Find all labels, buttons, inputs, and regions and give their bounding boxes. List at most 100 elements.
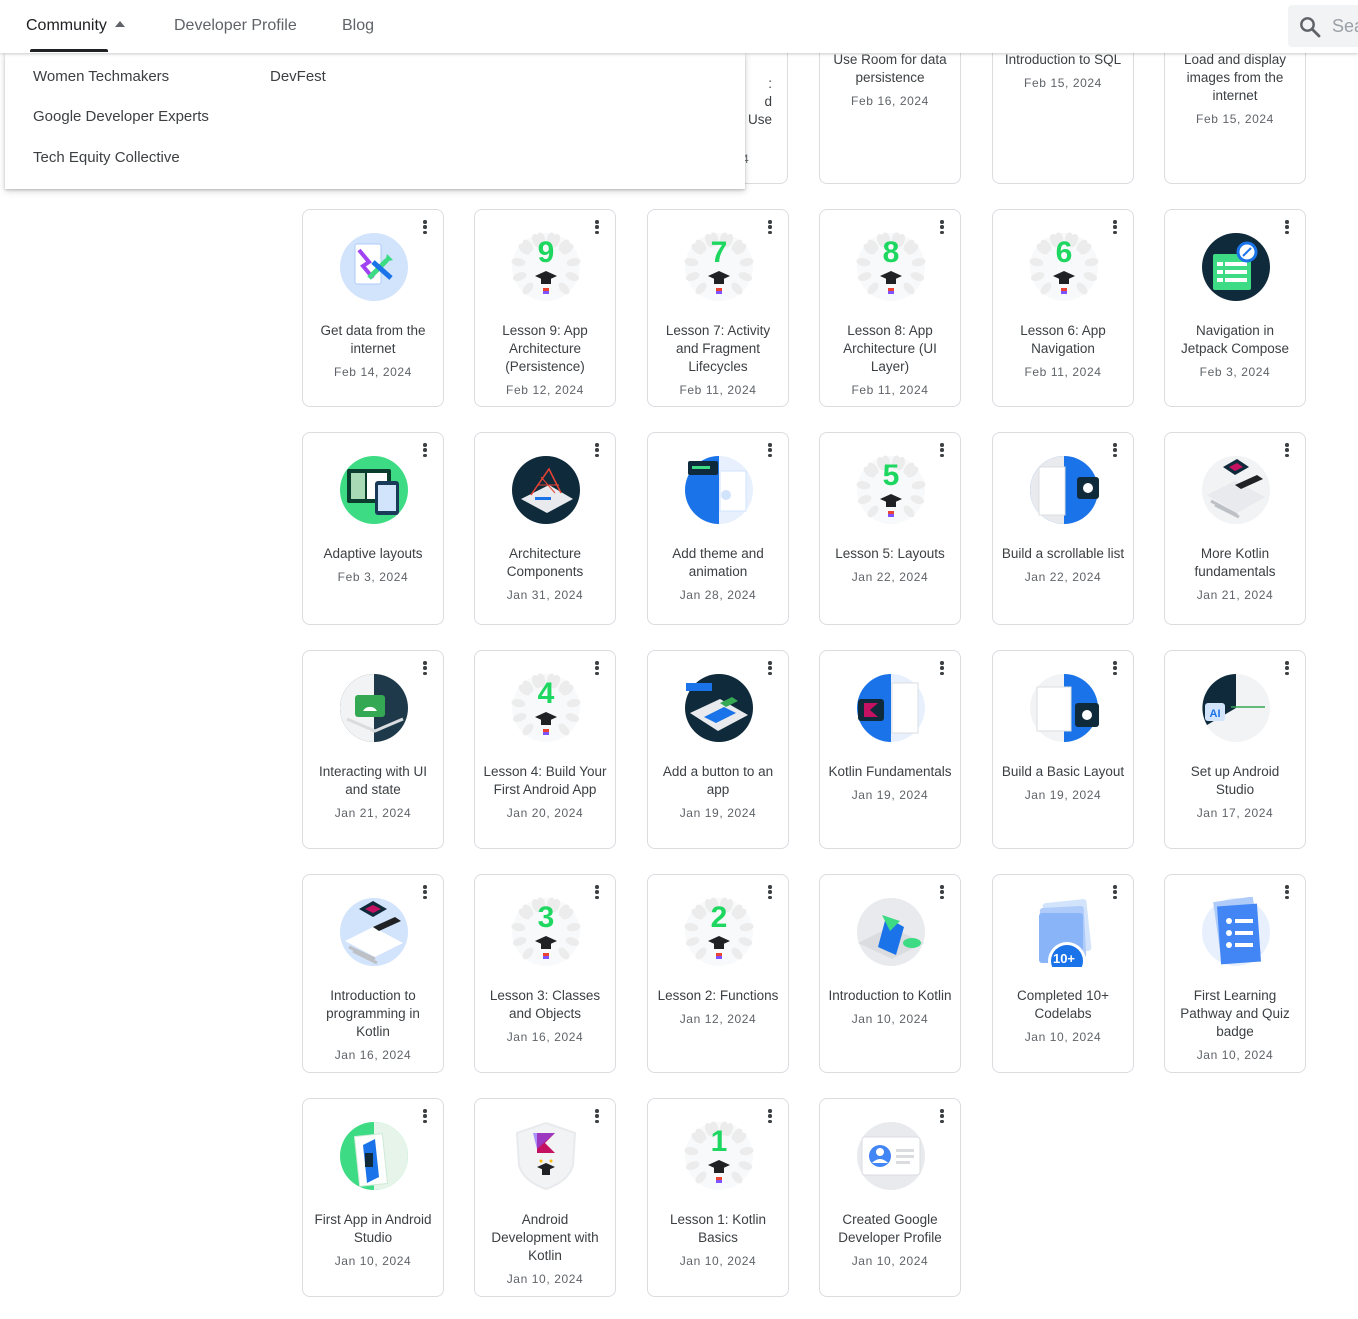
badge-card[interactable]: First App in Android Studio Jan 10, 2024 <box>302 1098 444 1297</box>
more-options-icon[interactable] <box>1111 442 1119 458</box>
badge-card[interactable]: Introduction to programming in Kotlin Ja… <box>302 874 444 1073</box>
badge-card[interactable]: 9 Lesson 9: App Architecture (Persistenc… <box>474 209 616 407</box>
more-options-icon[interactable] <box>766 219 774 235</box>
menu-item-women-techmakers[interactable]: Women Techmakers <box>33 68 169 85</box>
badge-card[interactable]: Interacting with UI and state Jan 21, 20… <box>302 650 444 849</box>
badge-card[interactable]: 3 Lesson 3: Classes and Objects Jan 16, … <box>474 874 616 1073</box>
more-options-icon[interactable] <box>421 442 429 458</box>
community-dropdown-menu: Women Techmakers DevFest Google Develope… <box>5 53 745 189</box>
tab-community[interactable]: Community <box>26 0 125 52</box>
badge-card[interactable]: 7 Lesson 7: Activity and Fragment Lifecy… <box>647 209 789 407</box>
badge-card[interactable]: AI Set up Android Studio Jan 17, 2024 <box>1164 650 1306 849</box>
badge-title: Lesson 4: Build Your First Android App <box>483 764 607 797</box>
scroll-list-icon <box>1029 455 1099 525</box>
more-options-icon[interactable] <box>421 660 429 676</box>
badge-card[interactable]: Android Development with Kotlin Jan 10, … <box>474 1098 616 1297</box>
badge-card[interactable]: More Kotlin fundamentals Jan 21, 2024 <box>1164 432 1306 625</box>
architecture-icon <box>511 455 581 525</box>
badge-title: Get data from the internet <box>320 323 426 356</box>
badge-card[interactable]: Introduction to Kotlin Jan 10, 2024 <box>819 874 961 1073</box>
badge-title: First Learning Pathway and Quiz badge <box>1180 988 1290 1039</box>
badge-card[interactable]: 5 Lesson 5: Layouts Jan 22, 2024 <box>819 432 961 625</box>
more-options-icon[interactable] <box>766 884 774 900</box>
badge-title: Build a scrollable list <box>1001 546 1125 561</box>
badge-card[interactable]: Introduction to SQL Feb 15, 2024 <box>992 30 1134 184</box>
badge-card[interactable]: First Learning Pathway and Quiz badge Ja… <box>1164 874 1306 1073</box>
badge-card[interactable]: Use Room for data persistence Feb 16, 20… <box>819 30 961 184</box>
ui-state-icon <box>339 673 409 743</box>
badge-card[interactable]: 4 Lesson 4: Build Your First Android App… <box>474 650 616 849</box>
badge-info: Lesson 2: Functions Jan 12, 2024 <box>656 987 780 1026</box>
more-options-icon[interactable] <box>938 884 946 900</box>
more-options-icon[interactable] <box>1283 442 1291 458</box>
badge-date: Jan 10, 2024 <box>851 1012 929 1026</box>
more-options-icon[interactable] <box>593 219 601 235</box>
more-options-icon[interactable] <box>421 1108 429 1124</box>
menu-item-google-developer-experts[interactable]: Google Developer Experts <box>33 108 209 125</box>
badge-title: Introduction to SQL <box>1004 52 1122 67</box>
badge-title: Kotlin Fundamentals <box>828 764 952 779</box>
badge-card[interactable]: 8 Lesson 8: App Architecture (UI Layer) … <box>819 209 961 407</box>
more-options-icon[interactable] <box>938 442 946 458</box>
badge-date: Jan 10, 2024 <box>679 1254 757 1268</box>
badge-date: Jan 22, 2024 <box>1024 570 1102 584</box>
badge-date: Jan 19, 2024 <box>679 806 757 820</box>
more-options-icon[interactable] <box>593 1108 601 1124</box>
lesson-icon: 1 <box>684 1121 754 1191</box>
more-options-icon[interactable] <box>1283 660 1291 676</box>
more-options-icon[interactable] <box>938 1108 946 1124</box>
more-options-icon[interactable] <box>938 219 946 235</box>
badge-card[interactable]: Navigation in Jetpack Compose Feb 3, 202… <box>1164 209 1306 407</box>
badge-info: Lesson 7: Activity and Fragment Lifecycl… <box>656 322 780 397</box>
badge-card[interactable]: Add a button to an app Jan 19, 2024 <box>647 650 789 849</box>
pathway-icon <box>1201 897 1271 967</box>
badge-date: Jan 31, 2024 <box>506 588 584 602</box>
menu-item-tech-equity-collective[interactable]: Tech Equity Collective <box>33 149 180 166</box>
more-options-icon[interactable] <box>593 660 601 676</box>
badge-info: Lesson 1: Kotlin Basics Jan 10, 2024 <box>656 1211 780 1268</box>
more-options-icon[interactable] <box>938 660 946 676</box>
lesson-icon: 7 <box>684 232 754 302</box>
search-box[interactable] <box>1288 5 1358 47</box>
badge-card[interactable]: 2 Lesson 2: Functions Jan 12, 2024 <box>647 874 789 1073</box>
badge-card[interactable]: Architecture Components Jan 31, 2024 <box>474 432 616 625</box>
badge-date: Jan 21, 2024 <box>334 806 412 820</box>
badge-info: Introduction to programming in Kotlin Ja… <box>311 987 435 1062</box>
badge-card[interactable]: 1 Lesson 1: Kotlin Basics Jan 10, 2024 <box>647 1098 789 1297</box>
badge-card[interactable]: Kotlin Fundamentals Jan 19, 2024 <box>819 650 961 849</box>
badge-card[interactable]: 6 Lesson 6: App Navigation Feb 11, 2024 <box>992 209 1134 407</box>
tab-developer-profile[interactable]: Developer Profile <box>174 0 297 52</box>
more-options-icon[interactable] <box>766 1108 774 1124</box>
badge-card[interactable]: Adaptive layouts Feb 3, 2024 <box>302 432 444 625</box>
more-options-icon[interactable] <box>766 442 774 458</box>
more-options-icon[interactable] <box>1283 884 1291 900</box>
badge-card[interactable]: Add theme and animation Jan 28, 2024 <box>647 432 789 625</box>
badge-card[interactable]: Completed 10+ Codelabs Jan 10, 2024 10+ <box>992 874 1134 1073</box>
badge-card[interactable]: Build a Basic Layout Jan 19, 2024 <box>992 650 1134 849</box>
badge-card[interactable]: Created Google Developer Profile Jan 10,… <box>819 1098 961 1297</box>
button-app-icon <box>684 673 754 743</box>
more-options-icon[interactable] <box>1111 660 1119 676</box>
tab-blog[interactable]: Blog <box>342 0 374 52</box>
badge-title: Load and display images from the interne… <box>1183 52 1287 103</box>
svg-text:9: 9 <box>538 236 555 269</box>
badge-date: Jan 17, 2024 <box>1196 806 1274 820</box>
badge-info: Build a Basic Layout Jan 19, 2024 <box>1001 763 1125 802</box>
more-options-icon[interactable] <box>766 660 774 676</box>
badge-card[interactable]: Build a scrollable list Jan 22, 2024 <box>992 432 1134 625</box>
svg-text:6: 6 <box>1056 236 1073 269</box>
more-options-icon[interactable] <box>1111 219 1119 235</box>
badge-card[interactable]: Load and display images from the interne… <box>1164 30 1306 184</box>
more-options-icon[interactable] <box>421 884 429 900</box>
more-options-icon[interactable] <box>593 442 601 458</box>
more-options-icon[interactable] <box>1111 884 1119 900</box>
more-options-icon[interactable] <box>421 219 429 235</box>
search-input[interactable] <box>1332 5 1358 47</box>
more-options-icon[interactable] <box>1283 219 1291 235</box>
menu-item-devfest[interactable]: DevFest <box>270 68 326 85</box>
badge-info: Android Development with Kotlin Jan 10, … <box>483 1211 607 1286</box>
navigation-icon <box>1201 232 1271 302</box>
more-options-icon[interactable] <box>593 884 601 900</box>
badge-card[interactable]: Get data from the internet Feb 14, 2024 <box>302 209 444 407</box>
search-icon[interactable] <box>1298 15 1322 39</box>
